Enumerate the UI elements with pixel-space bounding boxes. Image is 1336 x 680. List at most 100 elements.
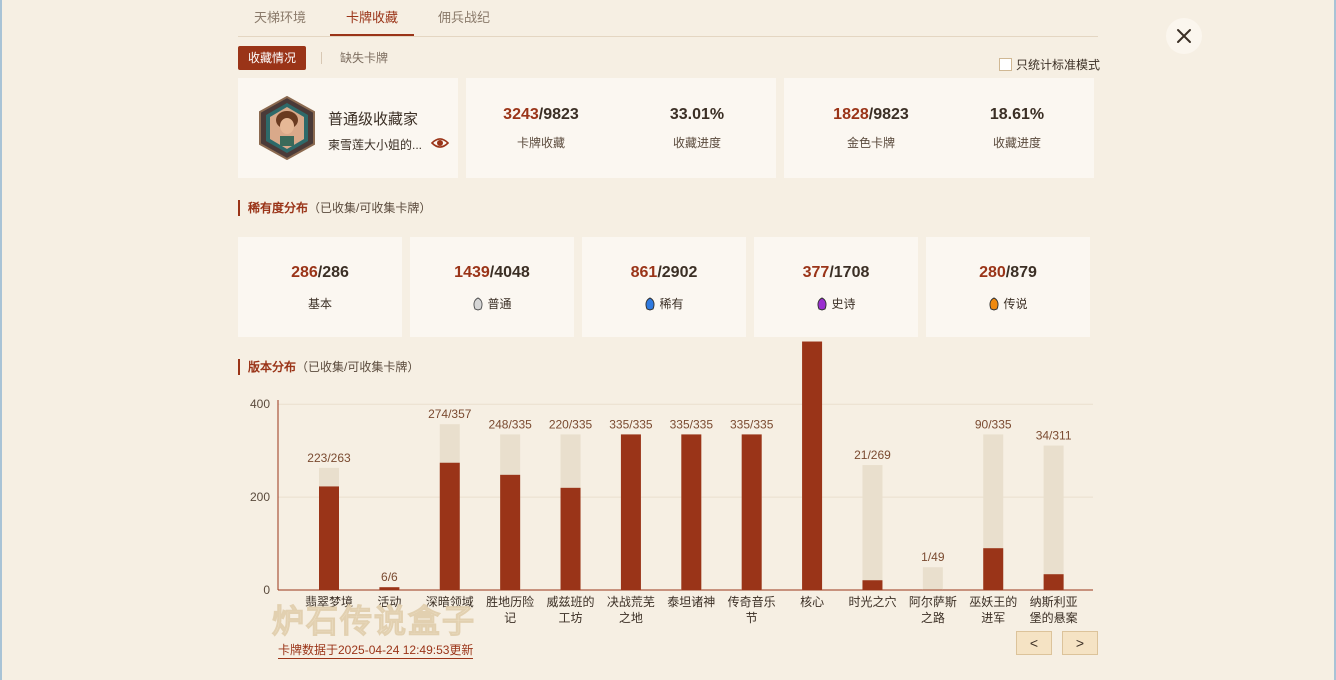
bar-owned	[741, 434, 762, 590]
rarity-card-epic: 377/1708 史诗	[754, 237, 918, 337]
bar-owned	[862, 580, 883, 590]
x-tick-label: 核心	[800, 595, 824, 609]
subtab-divider	[321, 52, 322, 64]
x-tick-label: 工坊	[559, 610, 583, 625]
epic-gem-icon	[818, 296, 827, 311]
rarity-owned: 286	[291, 264, 318, 281]
rarity-label: 普通	[487, 297, 512, 311]
rarity-card-common: 1439/4048 普通	[410, 237, 574, 337]
rarity-label: 传说	[1003, 297, 1028, 311]
x-tick-label: 决战荒芜	[607, 595, 655, 609]
golden-collection-summary: 1828/9823 金色卡牌 18.61% 收藏进度	[784, 78, 1094, 178]
bar-owned	[620, 434, 641, 590]
tab-card-collection[interactable]: 卡牌收藏	[330, 0, 414, 36]
bar-owned	[560, 487, 581, 590]
x-tick-label: 节	[746, 611, 758, 625]
bar-owned	[1043, 574, 1064, 590]
golden-progress-stat: 18.61% 收藏进度	[942, 106, 1092, 151]
next-page-button[interactable]: >	[1062, 631, 1098, 655]
set-distribution-chart: 0200400223/263翡翠梦境6/6活动274/357深暗领域248/33…	[250, 341, 1093, 625]
x-tick-label: 记	[504, 611, 516, 625]
close-button[interactable]	[1166, 18, 1202, 54]
bar-value-label: 335/335	[670, 417, 714, 431]
top-tab-bar: 天梯环境 卡牌收藏 佣兵战纪	[238, 0, 1098, 37]
bar-owned	[500, 474, 521, 590]
golden-progress-value: 18.61%	[989, 106, 1045, 123]
subtab-collection-status[interactable]: 收藏情况	[238, 46, 306, 70]
x-tick-label: 阿尔萨斯	[909, 594, 957, 609]
bar-value-label: 34/311	[1036, 429, 1072, 443]
y-tick-label: 0	[263, 583, 270, 597]
x-tick-label: 堡的悬案	[1030, 610, 1078, 625]
standard-only-checkbox[interactable]: 只统计标准模式	[999, 56, 1100, 72]
golden-progress-label: 收藏进度	[992, 136, 1041, 150]
rarity-total: /2902	[657, 264, 698, 281]
x-tick-label: 威兹班的	[547, 594, 595, 609]
rarity-label: 稀有	[659, 297, 684, 311]
subtab-missing-cards[interactable]: 缺失卡牌	[340, 46, 388, 70]
bar-owned	[802, 341, 823, 590]
rarity-owned: 861	[630, 264, 658, 281]
x-tick-label: 之地	[619, 611, 643, 625]
common-gem-icon	[474, 296, 483, 311]
bar-owned	[983, 548, 1004, 590]
rare-gem-icon	[646, 296, 655, 311]
rarity-section-heading: 稀有度分布（已收集/可收集卡牌）	[238, 200, 431, 216]
rarity-label: 基本	[307, 297, 332, 311]
bar-total	[862, 465, 883, 590]
cards-owned-stat: 3243/9823 卡牌收藏	[466, 106, 616, 151]
bar-value-label: 335/335	[730, 417, 774, 431]
rarity-total: /1708	[829, 264, 870, 281]
eye-icon[interactable]	[431, 136, 449, 150]
standard-only-label: 只统计标准模式	[1016, 57, 1101, 72]
x-tick-label: 巫妖王的	[969, 594, 1017, 609]
bar-total	[922, 567, 943, 590]
rarity-total: /879	[1005, 264, 1037, 281]
bar-value-label: 6/6	[381, 570, 398, 584]
golden-total: /9823	[868, 106, 909, 123]
cards-total: /9823	[538, 106, 579, 123]
bar-owned	[681, 434, 702, 590]
bar-value-label: 90/335	[975, 417, 1012, 431]
cards-progress-value: 33.01%	[669, 106, 725, 123]
close-icon	[1177, 29, 1191, 43]
rarity-label: 史诗	[831, 297, 856, 311]
hero-portrait-icon	[259, 96, 315, 160]
bar-owned	[319, 486, 339, 590]
tab-mercenaries[interactable]: 佣兵战纪	[422, 0, 506, 34]
bar-value-label: 335/335	[609, 417, 653, 431]
rarity-total: /286	[317, 264, 349, 281]
x-tick-label: 之路	[921, 610, 945, 625]
rarity-total: /4048	[489, 264, 530, 281]
x-tick-label: 进军	[981, 611, 1005, 625]
rarity-owned: 280	[979, 264, 1006, 281]
bar-value-label: 220/335	[549, 417, 593, 431]
card-collection-summary: 3243/9823 卡牌收藏 33.01% 收藏进度	[466, 78, 776, 178]
y-tick-label: 200	[250, 490, 270, 504]
tab-ladder-meta[interactable]: 天梯环境	[238, 0, 322, 34]
hearthstone-box-watermark: 炉石传说盒子	[271, 602, 477, 641]
prev-page-button[interactable]: <	[1016, 631, 1052, 655]
rarity-card-basic: 286/286 基本	[238, 237, 402, 337]
x-tick-label: 传奇音乐	[728, 594, 776, 609]
cards-progress-label: 收藏进度	[672, 136, 721, 150]
bar-owned	[439, 462, 460, 590]
bar-value-label: 223/263	[307, 451, 351, 465]
bar-value-label: 1/49	[921, 550, 945, 564]
x-tick-label: 纳斯利亚	[1030, 595, 1078, 609]
y-tick-label: 400	[250, 397, 270, 411]
checkbox-box[interactable]	[999, 57, 1012, 71]
x-tick-label: 胜地历险	[486, 594, 534, 609]
bar-total	[1043, 445, 1064, 590]
golden-owned-stat: 1828/9823 金色卡牌	[796, 106, 946, 151]
bar-value-label: 21/269	[854, 448, 891, 462]
x-tick-label: 时光之穴	[848, 594, 896, 609]
cards-progress-stat: 33.01% 收藏进度	[622, 106, 772, 151]
golden-owned-label: 金色卡牌	[846, 136, 895, 150]
window-edge-left	[0, 0, 2, 680]
collector-rank: 普通级收藏家	[328, 111, 419, 128]
bar-value-label: 274/357	[428, 407, 472, 421]
rarity-card-legendary: 280/879 传说	[926, 237, 1090, 337]
bar-value-label: 248/335	[488, 417, 532, 431]
rarity-section-hint: （已收集/可收集卡牌）	[308, 201, 432, 215]
